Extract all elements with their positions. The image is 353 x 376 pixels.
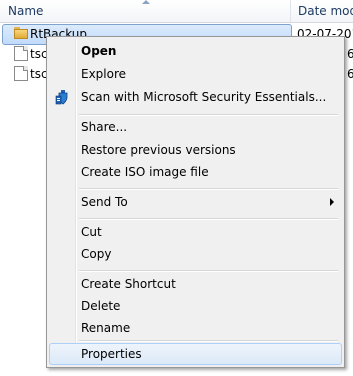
menu-item-delete[interactable]: Delete: [49, 295, 342, 317]
submenu-arrow-icon: [330, 198, 334, 206]
file-name: tsc: [30, 67, 48, 81]
menu-item-copy[interactable]: Copy: [49, 243, 342, 265]
menu-item-label: Create ISO image file: [81, 165, 209, 179]
menu-item-label: Create Shortcut: [81, 277, 176, 291]
date-column-label: Date modi: [298, 4, 353, 18]
column-header: Name Date modi: [0, 0, 353, 23]
date-modified-column-header[interactable]: Date modi: [292, 0, 353, 22]
file-name: tsc: [30, 47, 48, 61]
file-date: 6: [347, 67, 353, 81]
menu-item-properties[interactable]: Properties: [49, 343, 342, 365]
menu-item-label: Properties: [81, 347, 142, 361]
menu-item-label: Copy: [81, 247, 112, 261]
menu-item-label: Send To: [81, 195, 128, 209]
menu-item-label: Scan with Microsoft Security Essentials.…: [81, 90, 327, 104]
menu-item-rename[interactable]: Rename: [49, 317, 342, 339]
menu-separator: [79, 270, 338, 272]
security-essentials-icon: [55, 90, 68, 105]
menu-separator: [79, 340, 338, 342]
menu-item-create-iso[interactable]: Create ISO image file: [49, 161, 342, 183]
sort-ascending-icon: [142, 0, 150, 4]
folder-icon: [14, 26, 28, 41]
menu-item-label: Rename: [81, 321, 131, 335]
menu-item-share[interactable]: Share...: [49, 116, 342, 138]
menu-item-open[interactable]: Open: [49, 40, 342, 62]
menu-item-send-to[interactable]: Send To: [49, 191, 342, 213]
menu-separator: [79, 218, 338, 220]
name-column-header[interactable]: Name: [0, 0, 291, 22]
menu-item-label: Restore previous versions: [81, 143, 236, 157]
context-menu: Open Explore Scan with Microsoft Securit…: [46, 36, 345, 368]
menu-item-explore[interactable]: Explore: [49, 63, 342, 85]
document-icon: [14, 66, 28, 81]
menu-item-cut[interactable]: Cut: [49, 221, 342, 243]
menu-item-label: Share...: [81, 120, 128, 134]
name-column-label: Name: [8, 4, 44, 18]
menu-item-label: Open: [81, 44, 117, 58]
menu-item-restore-previous-versions[interactable]: Restore previous versions: [49, 139, 342, 161]
file-date: 6: [347, 47, 353, 61]
menu-item-scan-mse[interactable]: Scan with Microsoft Security Essentials.…: [49, 86, 342, 108]
document-icon: [14, 46, 28, 61]
menu-item-label: Delete: [81, 299, 121, 313]
menu-item-create-shortcut[interactable]: Create Shortcut: [49, 273, 342, 295]
menu-item-label: Cut: [81, 225, 102, 239]
menu-separator: [79, 188, 338, 190]
menu-item-label: Explore: [81, 67, 127, 81]
